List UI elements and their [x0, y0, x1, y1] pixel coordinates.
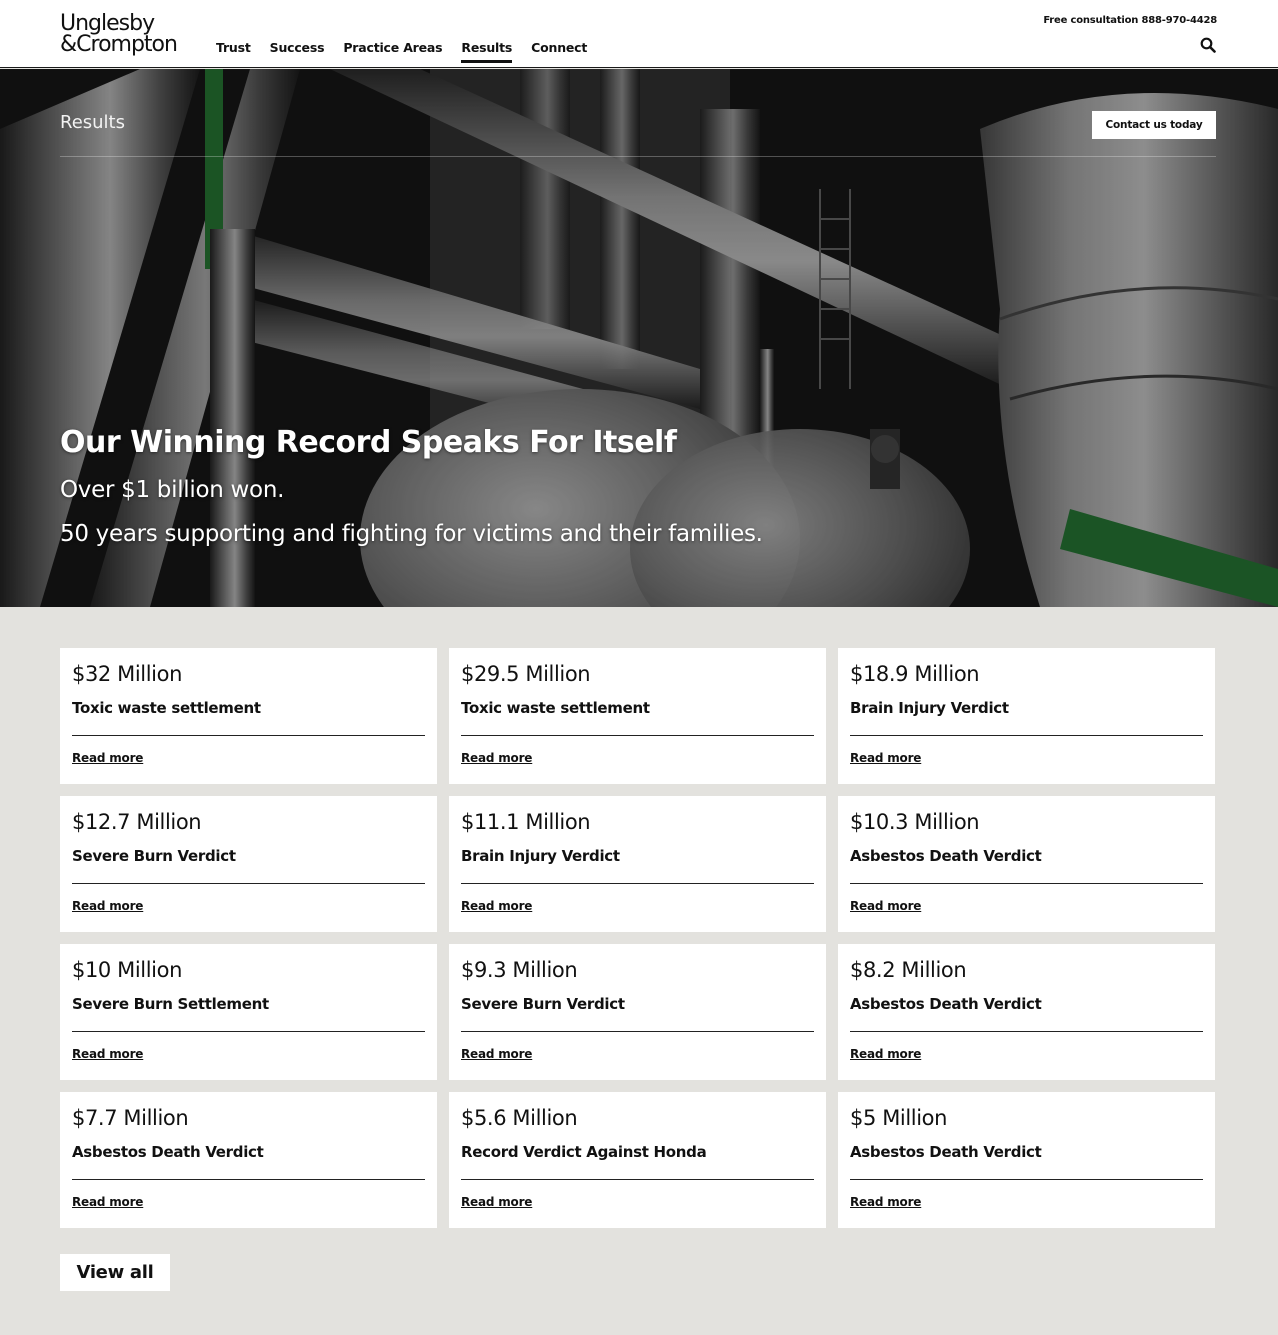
result-title: Asbestos Death Verdict: [850, 847, 1042, 865]
result-amount: $5 Million: [850, 1106, 948, 1130]
result-title: Asbestos Death Verdict: [850, 995, 1042, 1013]
read-more-link[interactable]: Read more: [850, 1047, 921, 1061]
result-title: Severe Burn Verdict: [461, 995, 625, 1013]
result-title: Brain Injury Verdict: [850, 699, 1009, 717]
contact-us-button[interactable]: Contact us today: [1092, 111, 1216, 139]
nav-item-success[interactable]: Success: [270, 40, 325, 63]
nav-item-results[interactable]: Results: [461, 40, 512, 63]
card-divider: [72, 1179, 425, 1180]
result-card: $29.5 Million Toxic waste settlement Rea…: [449, 648, 826, 784]
hero-banner: Results Contact us today Our Winning Rec…: [0, 69, 1278, 607]
result-title: Severe Burn Verdict: [72, 847, 236, 865]
main-nav: Trust Success Practice Areas Results Con…: [216, 40, 587, 63]
hero-subtitle-1: Over $1 billion won.: [60, 477, 285, 503]
result-card: $5 Million Asbestos Death Verdict Read m…: [838, 1092, 1215, 1228]
card-divider: [850, 735, 1203, 736]
result-title: Asbestos Death Verdict: [850, 1143, 1042, 1161]
result-amount: $10.3 Million: [850, 810, 980, 834]
result-card: $10 Million Severe Burn Settlement Read …: [60, 944, 437, 1080]
read-more-link[interactable]: Read more: [72, 1195, 143, 1209]
free-consultation-phone[interactable]: Free consultation 888-970-4428: [1043, 15, 1217, 26]
result-card: $7.7 Million Asbestos Death Verdict Read…: [60, 1092, 437, 1228]
read-more-link[interactable]: Read more: [72, 1047, 143, 1061]
hero-subtitle-2: 50 years supporting and fighting for vic…: [60, 521, 763, 547]
result-card: $9.3 Million Severe Burn Verdict Read mo…: [449, 944, 826, 1080]
card-divider: [461, 735, 814, 736]
result-amount: $8.2 Million: [850, 958, 967, 982]
result-title: Asbestos Death Verdict: [72, 1143, 264, 1161]
result-amount: $12.7 Million: [72, 810, 202, 834]
result-amount: $5.6 Million: [461, 1106, 578, 1130]
result-amount: $11.1 Million: [461, 810, 591, 834]
result-card: $11.1 Million Brain Injury Verdict Read …: [449, 796, 826, 932]
read-more-link[interactable]: Read more: [461, 751, 532, 765]
result-title: Record Verdict Against Honda: [461, 1143, 707, 1161]
result-card: $18.9 Million Brain Injury Verdict Read …: [838, 648, 1215, 784]
read-more-link[interactable]: Read more: [850, 751, 921, 765]
read-more-link[interactable]: Read more: [850, 899, 921, 913]
result-amount: $9.3 Million: [461, 958, 578, 982]
search-icon[interactable]: [1200, 37, 1216, 53]
logo-line-2: &Crompton: [60, 32, 178, 57]
hero-title: Our Winning Record Speaks For Itself: [60, 425, 677, 460]
card-divider: [850, 883, 1203, 884]
result-title: Brain Injury Verdict: [461, 847, 620, 865]
result-card: $5.6 Million Record Verdict Against Hond…: [449, 1092, 826, 1228]
site-header: Unglesby &Crompton Trust Success Practic…: [0, 0, 1278, 68]
read-more-link[interactable]: Read more: [461, 1047, 532, 1061]
result-amount: $10 Million: [72, 958, 182, 982]
hero-divider: [60, 156, 1216, 157]
result-amount: $18.9 Million: [850, 662, 980, 686]
result-card: $12.7 Million Severe Burn Verdict Read m…: [60, 796, 437, 932]
card-divider: [461, 883, 814, 884]
results-grid: $32 Million Toxic waste settlement Read …: [60, 648, 1216, 1228]
result-card: $32 Million Toxic waste settlement Read …: [60, 648, 437, 784]
card-divider: [72, 883, 425, 884]
result-title: Toxic waste settlement: [72, 699, 261, 717]
result-amount: $7.7 Million: [72, 1106, 189, 1130]
site-logo[interactable]: Unglesby &Crompton: [60, 11, 190, 57]
nav-item-trust[interactable]: Trust: [216, 40, 251, 63]
read-more-link[interactable]: Read more: [850, 1195, 921, 1209]
result-title: Toxic waste settlement: [461, 699, 650, 717]
result-card: $10.3 Million Asbestos Death Verdict Rea…: [838, 796, 1215, 932]
page-breadcrumb: Results: [60, 112, 125, 133]
card-divider: [461, 1031, 814, 1032]
nav-item-practice-areas[interactable]: Practice Areas: [343, 40, 442, 63]
card-divider: [461, 1179, 814, 1180]
card-divider: [72, 735, 425, 736]
nav-item-connect[interactable]: Connect: [531, 40, 587, 63]
read-more-link[interactable]: Read more: [461, 899, 532, 913]
card-divider: [850, 1031, 1203, 1032]
card-divider: [72, 1031, 425, 1032]
result-card: $8.2 Million Asbestos Death Verdict Read…: [838, 944, 1215, 1080]
read-more-link[interactable]: Read more: [72, 751, 143, 765]
result-amount: $32 Million: [72, 662, 182, 686]
read-more-link[interactable]: Read more: [72, 899, 143, 913]
read-more-link[interactable]: Read more: [461, 1195, 532, 1209]
result-title: Severe Burn Settlement: [72, 995, 269, 1013]
result-amount: $29.5 Million: [461, 662, 591, 686]
view-all-button[interactable]: View all: [60, 1254, 170, 1291]
logo-line-1: Unglesby: [60, 11, 155, 36]
card-divider: [850, 1179, 1203, 1180]
